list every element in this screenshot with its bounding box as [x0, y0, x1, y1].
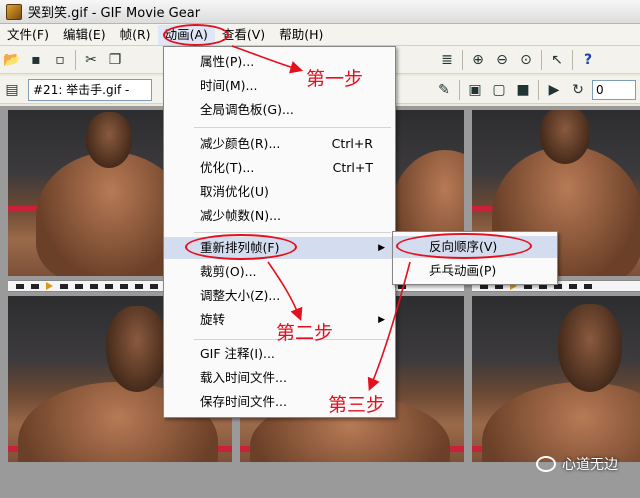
menu-item-label: 旋转	[200, 312, 226, 327]
app-icon	[6, 3, 22, 20]
frame-thumbnail[interactable]	[472, 296, 640, 462]
step-one-label: 第一步	[306, 68, 364, 90]
context-help-icon[interactable]: ↖	[545, 49, 569, 71]
toolbar-separator	[459, 79, 460, 100]
watermark: 心道无边	[536, 454, 618, 474]
menu-edit[interactable]: 编辑(E)	[56, 25, 113, 45]
menu-item-label: 减少帧数(N)...	[200, 208, 282, 223]
menu-item-label: 乒乓动画(P)	[429, 263, 497, 278]
equalize-icon[interactable]: ≣	[435, 49, 459, 71]
menu-animation-highlight-ring	[163, 24, 229, 46]
menu-item-shortcut: Ctrl+T	[332, 160, 373, 175]
watermark-text: 心道无边	[562, 457, 618, 473]
menu-item-reduce-frames[interactable]: 减少帧数(N)...	[164, 205, 395, 227]
reverse-highlight-ring	[396, 233, 532, 259]
menu-item-label: 取消优化(U)	[200, 184, 269, 199]
toolbar-separator	[572, 49, 573, 70]
menu-item-label: 裁剪(O)...	[200, 264, 257, 279]
menu-separator	[194, 232, 391, 233]
menu-item-resize[interactable]: 调整大小(Z)...	[164, 285, 395, 307]
cut-icon[interactable]: ✂	[79, 49, 103, 71]
play-icon[interactable]: ▶	[542, 79, 566, 101]
frame-box2-icon[interactable]: ▢	[487, 79, 511, 101]
menu-item-optimize[interactable]: 优化(T)... Ctrl+T	[164, 157, 395, 179]
step-two-label: 第二步	[276, 322, 334, 344]
menu-item-reduce-colors[interactable]: 减少颜色(R)... Ctrl+R	[164, 133, 395, 155]
frame-block-icon[interactable]: ■	[511, 79, 535, 101]
menu-item-crop[interactable]: 裁剪(O)...	[164, 261, 395, 283]
step-three-label: 第三步	[328, 394, 386, 416]
zoom-fit-icon[interactable]: ⊙	[514, 49, 538, 71]
toolbar-separator	[538, 79, 539, 100]
menu-frame[interactable]: 帧(R)	[113, 25, 158, 45]
reorder-highlight-ring	[185, 234, 297, 260]
save-icon[interactable]: ▪	[24, 49, 48, 71]
copy-icon[interactable]: ❐	[103, 49, 127, 71]
menu-bar: 文件(F) 编辑(E) 帧(R) 动画(A) 查看(V) 帮助(H)	[0, 24, 640, 46]
menu-item-gif-comment[interactable]: GIF 注释(I)...	[164, 343, 395, 365]
animation-menu: 属性(P)... 时间(M)... 全局调色板(G)... 减少颜色(R)...…	[163, 46, 396, 418]
loop-count-input[interactable]: 0	[592, 79, 636, 100]
wechat-icon	[536, 456, 556, 472]
submenu-arrow-icon: ▶	[378, 315, 385, 325]
menu-item-label: 载入时间文件...	[200, 370, 287, 385]
title-bar: 哭到笑.gif - GIF Movie Gear	[0, 0, 640, 24]
paint-icon[interactable]: ✎	[432, 79, 456, 101]
loop-icon[interactable]: ↻	[566, 79, 590, 101]
menu-separator	[194, 127, 391, 128]
menu-item-shortcut: Ctrl+R	[331, 136, 373, 151]
menu-item-label: 调整大小(Z)...	[200, 288, 281, 303]
menu-item-label: 减少颜色(R)...	[200, 136, 281, 151]
open-folder-icon[interactable]: 📂	[0, 49, 24, 71]
toolbar-separator	[462, 49, 463, 70]
toolbar-separator	[541, 49, 542, 70]
menu-item-label: GIF 注释(I)...	[200, 346, 275, 361]
new-file-icon[interactable]: ▫	[48, 49, 72, 71]
frame-box-icon[interactable]: ▣	[463, 79, 487, 101]
menu-item-unoptimize[interactable]: 取消优化(U)	[164, 181, 395, 203]
menu-item-label: 时间(M)...	[200, 78, 258, 93]
window-title: 哭到笑.gif - GIF Movie Gear	[28, 6, 201, 21]
submenu-arrow-icon: ▶	[378, 243, 385, 253]
frame-select-combo[interactable]: #21: 举击手.gif -	[28, 78, 152, 101]
toolbar-separator	[75, 49, 76, 70]
menu-help[interactable]: 帮助(H)	[272, 25, 330, 45]
menu-item-label: 保存时间文件...	[200, 394, 287, 409]
menu-item-global-palette[interactable]: 全局调色板(G)...	[164, 99, 395, 121]
help-icon[interactable]: ?	[576, 49, 600, 71]
menu-item-ping-pong[interactable]: 乒乓动画(P)	[393, 260, 557, 282]
menu-item-label: 全局调色板(G)...	[200, 102, 294, 117]
menu-file[interactable]: 文件(F)	[0, 25, 56, 45]
menu-item-label: 属性(P)...	[200, 54, 255, 69]
menu-item-label: 优化(T)...	[200, 160, 255, 175]
menu-item-load-timing-file[interactable]: 载入时间文件...	[164, 367, 395, 389]
zoom-in-icon[interactable]: ⊕	[466, 49, 490, 71]
zoom-out-icon[interactable]: ⊖	[490, 49, 514, 71]
frame-list-icon[interactable]: ▤	[0, 79, 24, 101]
